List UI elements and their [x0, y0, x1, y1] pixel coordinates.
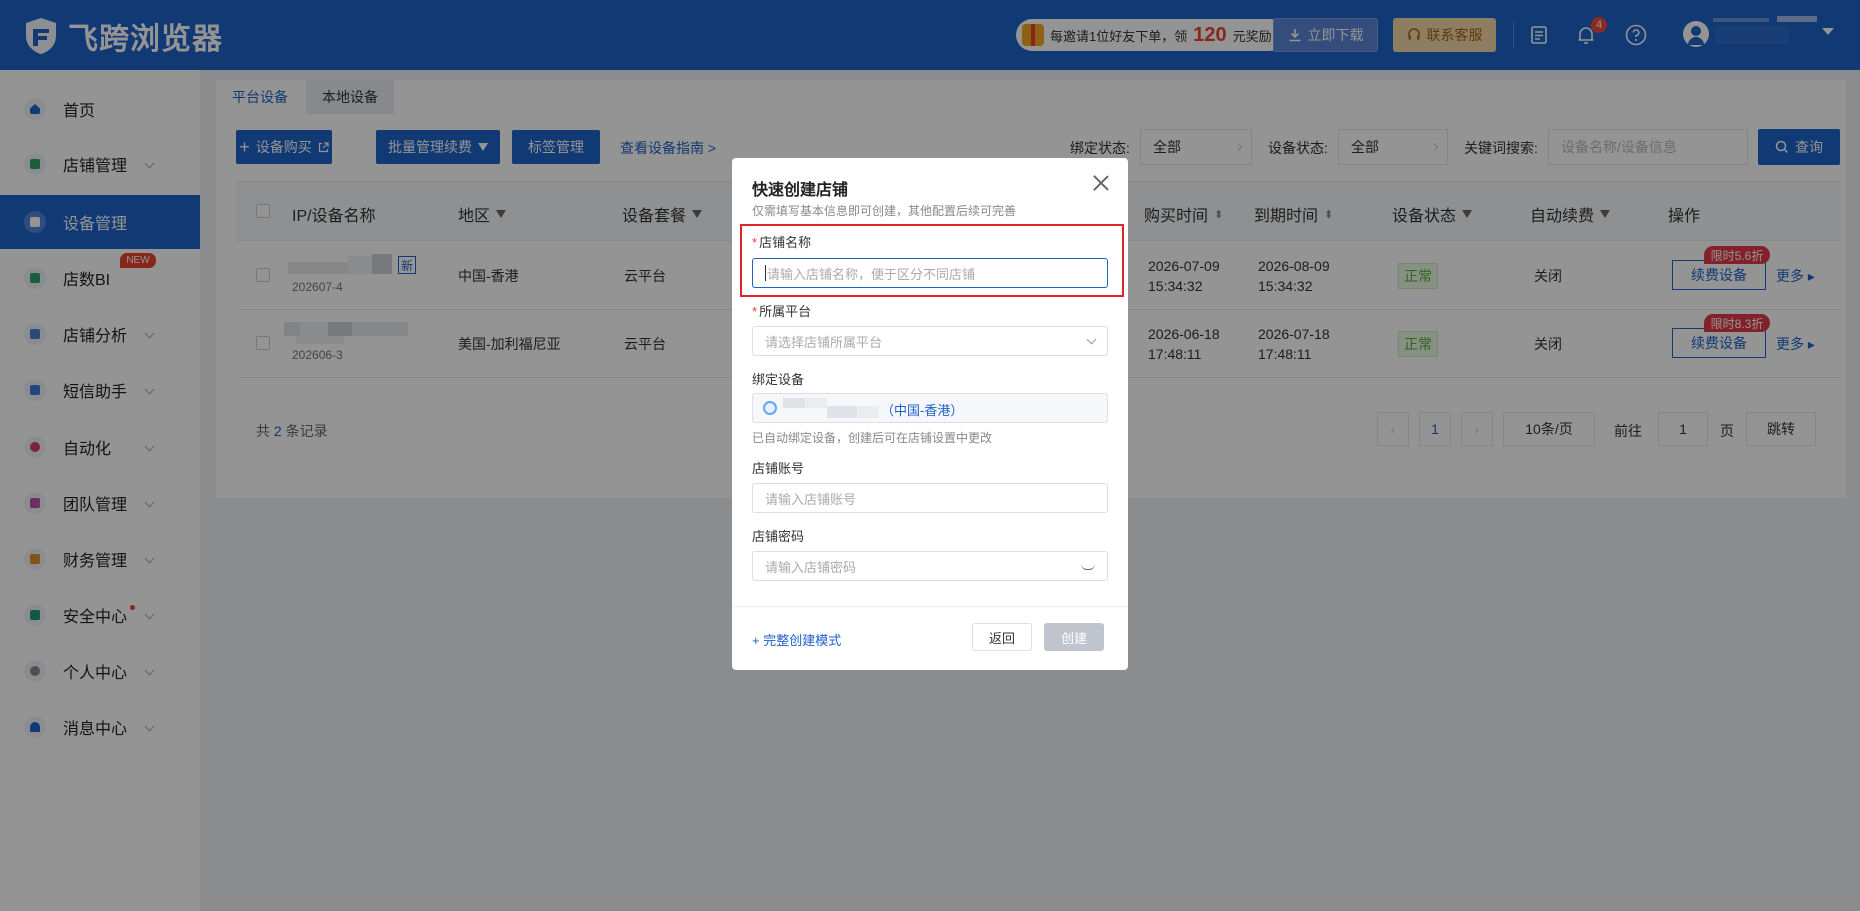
modal-title: 快速创建店铺: [752, 182, 849, 199]
platform-label: * 所属平台: [752, 304, 812, 319]
platform-select[interactable]: 请选择店铺所属平台: [752, 326, 1108, 356]
close-icon[interactable]: [1092, 174, 1110, 192]
device-ip-blurred: [805, 398, 827, 408]
store-account-label: 店铺账号: [752, 461, 805, 476]
store-password-placeholder: 请输入店铺密码: [765, 559, 857, 575]
store-password-label: 店铺密码: [752, 529, 805, 544]
back-button[interactable]: 返回: [972, 623, 1032, 651]
platform-placeholder: 请选择店铺所属平台: [765, 334, 883, 350]
device-ip-blurred: [827, 406, 857, 418]
device-ip-blurred: [857, 406, 879, 418]
store-password-input[interactable]: 请输入店铺密码: [752, 551, 1108, 581]
modal-divider: [732, 606, 1128, 607]
device-region: （中国-香港）: [881, 403, 964, 418]
device-ip-blurred: [783, 398, 805, 408]
full-create-mode-link[interactable]: + 完整创建模式: [752, 630, 841, 649]
bind-device-label: 绑定设备: [752, 372, 805, 387]
modal-subtitle: 仅需填写基本信息即可创建，其他配置后续可完善: [752, 204, 1017, 218]
bound-device-field: （中国-香港）: [752, 393, 1108, 423]
highlight-box: [740, 224, 1124, 297]
chevron-down-icon: [1086, 334, 1097, 345]
device-hint: 已自动绑定设备，创建后可在店铺设置中更改: [752, 431, 993, 445]
store-account-input[interactable]: 请输入店铺账号: [752, 483, 1108, 513]
create-button[interactable]: 创建: [1044, 623, 1104, 651]
device-globe-icon: [763, 401, 777, 415]
store-account-placeholder: 请输入店铺账号: [765, 491, 857, 507]
eye-closed-icon[interactable]: [1081, 564, 1095, 570]
